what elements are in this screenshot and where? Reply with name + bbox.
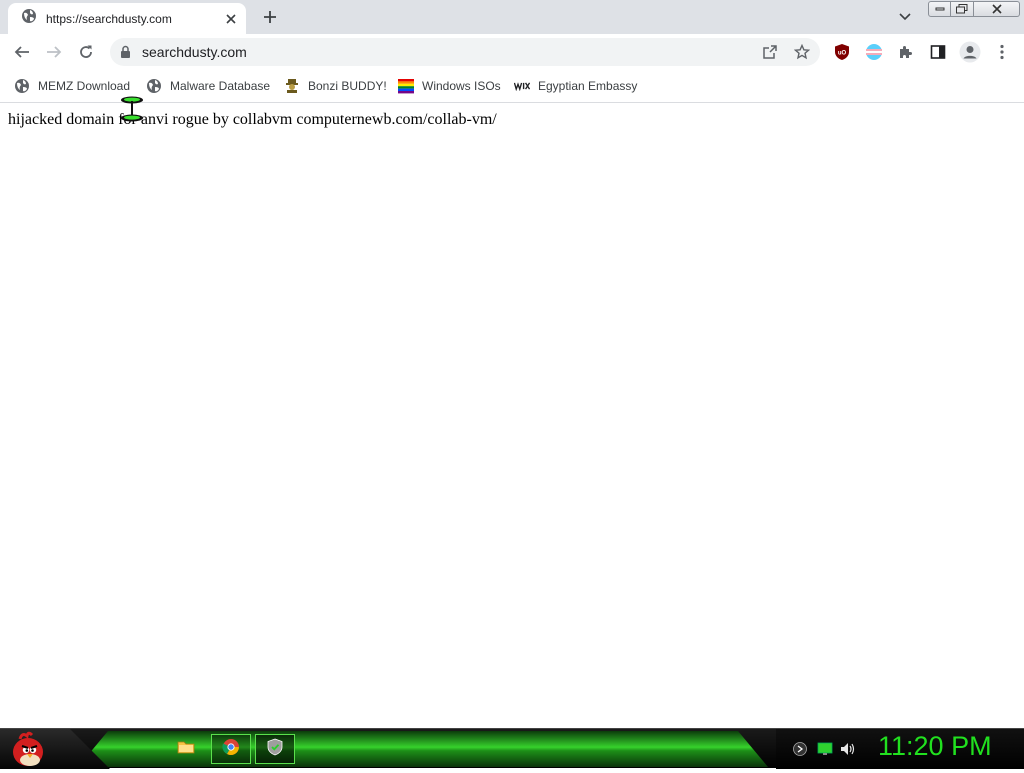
url-text[interactable]: searchdusty.com [142, 44, 247, 60]
address-bar[interactable]: searchdusty.com [110, 38, 820, 66]
bookmark-label: Bonzi BUDDY! [308, 79, 387, 93]
bookmark-memz-download[interactable]: MEMZ Download [14, 75, 130, 97]
volume-icon[interactable] [840, 741, 856, 757]
bonzi-icon [284, 78, 300, 94]
bookmark-label: MEMZ Download [38, 79, 131, 93]
taskbar-security-app[interactable] [255, 734, 295, 764]
bookmarks-bar: MEMZ Download Malware Database Bonzi BUD… [0, 70, 1024, 103]
tab-title: https://searchdusty.com [46, 11, 172, 26]
wix-icon [514, 78, 530, 94]
bookmark-malware-database[interactable]: Malware Database [146, 75, 270, 97]
globe-icon [14, 78, 30, 94]
reload-button[interactable] [72, 38, 100, 66]
taskbar-chrome[interactable] [211, 734, 251, 764]
bookmark-windows-isos[interactable]: Windows ISOs [398, 75, 501, 97]
chrome-icon [222, 738, 240, 761]
page-body-text: hijacked domain for anvi rogue by collab… [8, 111, 497, 128]
profile-icon[interactable] [956, 38, 984, 66]
bookmark-bonzi-buddy[interactable]: Bonzi BUDDY! [284, 75, 387, 97]
network-icon[interactable] [817, 741, 833, 757]
keyboard-icon[interactable] [792, 741, 808, 757]
security-shield-icon [267, 738, 283, 761]
forward-button[interactable] [40, 38, 68, 66]
side-panel-icon[interactable] [924, 38, 952, 66]
browser-toolbar: searchdusty.com uO [0, 34, 1024, 70]
bookmark-egyptian-embassy[interactable]: Egyptian Embassy [514, 75, 637, 97]
lock-icon[interactable] [120, 45, 131, 64]
tab-search-chevron-icon[interactable] [893, 6, 917, 28]
tab-searchdusty[interactable]: https://searchdusty.com [8, 3, 246, 34]
taskbar: 11:20 PM [0, 728, 1024, 769]
folder-icon [177, 739, 195, 760]
share-icon[interactable] [758, 40, 782, 64]
close-tab-icon[interactable] [220, 8, 242, 30]
close-window-button[interactable] [974, 1, 1020, 17]
start-button-angry-bird-icon[interactable] [6, 730, 46, 768]
globe-icon [21, 8, 37, 29]
bookmark-star-icon[interactable] [790, 40, 814, 64]
minimize-button[interactable] [928, 1, 951, 17]
bookmark-label: Malware Database [170, 79, 271, 93]
restore-button[interactable] [951, 1, 974, 17]
new-tab-button[interactable] [257, 5, 283, 29]
svg-text:uO: uO [838, 51, 847, 57]
taskbar-file-explorer[interactable] [166, 734, 206, 764]
bookmark-label: Egyptian Embassy [538, 79, 638, 93]
tab-strip: https://searchdusty.com [0, 0, 1024, 34]
extensions-puzzle-icon[interactable] [892, 38, 920, 66]
globe-icon [146, 78, 162, 94]
mouse-cursor-icon [119, 96, 145, 124]
ublock-icon[interactable]: uO [828, 38, 856, 66]
bookmark-label: Windows ISOs [422, 79, 501, 93]
page-content: hijacked domain for anvi rogue by collab… [0, 104, 1024, 728]
menu-icon[interactable] [988, 38, 1016, 66]
taskbar-clock[interactable]: 11:20 PM [878, 731, 992, 762]
flag-extension-icon[interactable] [860, 38, 888, 66]
rainbow-flag-icon [398, 78, 414, 94]
back-button[interactable] [8, 38, 36, 66]
